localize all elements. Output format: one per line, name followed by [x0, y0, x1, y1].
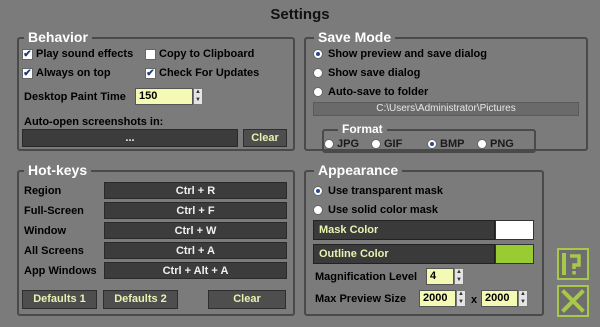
spin-up-icon[interactable]: ▲: [455, 269, 463, 277]
spin-up-icon[interactable]: ▲: [457, 291, 465, 299]
format-bmp-radio[interactable]: [427, 139, 437, 149]
hotkeys-defaults1-button[interactable]: Defaults 1: [22, 290, 97, 309]
format-gif-label: GIF: [384, 138, 403, 150]
auto-save-folder-path[interactable]: C:\Users\Administrator\Pictures: [313, 102, 579, 116]
check-updates-label: Check For Updates: [159, 67, 260, 79]
format-png-label: PNG: [490, 138, 514, 150]
magnification-input[interactable]: 4: [426, 268, 454, 285]
copy-clipboard-label: Copy to Clipboard: [159, 48, 255, 60]
hotkey-appwindows-label: App Windows: [24, 265, 97, 277]
hotkeys-defaults2-button[interactable]: Defaults 2: [103, 290, 178, 309]
save-option-auto-radio[interactable]: [313, 87, 323, 97]
appearance-solid-radio[interactable]: [313, 205, 323, 215]
spin-down-icon[interactable]: ▼: [519, 299, 527, 307]
window-title: Settings: [270, 6, 330, 23]
magnification-label: Magnification Level: [315, 271, 418, 283]
mask-color-swatch[interactable]: [495, 220, 534, 240]
hotkey-region-field[interactable]: Ctrl + R: [104, 182, 287, 199]
appearance-solid-label: Use solid color mask: [328, 204, 439, 216]
hotkey-allscreens-label: All Screens: [24, 245, 84, 257]
max-preview-height-input[interactable]: 2000: [481, 290, 518, 307]
save-option-dialog-label: Show save dialog: [328, 67, 421, 79]
format-legend: Format: [338, 121, 387, 137]
close-icon: [561, 289, 585, 313]
play-sound-label: Play sound effects: [36, 48, 134, 60]
magnification-spinner[interactable]: ▲ ▼: [454, 268, 464, 285]
always-on-top-checkbox[interactable]: ✔: [22, 68, 33, 79]
hotkey-appwindows-field[interactable]: Ctrl + Alt + A: [104, 262, 287, 279]
behavior-legend: Behavior: [24, 29, 92, 45]
paint-time-label: Desktop Paint Time: [24, 91, 126, 103]
copy-clipboard-checkbox[interactable]: [145, 49, 156, 60]
auto-open-label: Auto-open screenshots in:: [24, 116, 164, 128]
play-sound-checkbox[interactable]: ✔: [22, 49, 33, 60]
mask-color-button[interactable]: Mask Color: [313, 220, 495, 240]
hotkey-fullscreen-field[interactable]: Ctrl + F: [104, 202, 287, 219]
spin-down-icon[interactable]: ▼: [455, 277, 463, 285]
max-preview-width-spinner[interactable]: ▲ ▼: [456, 290, 466, 307]
format-gif-radio[interactable]: [371, 139, 381, 149]
max-preview-height-spinner[interactable]: ▲ ▼: [518, 290, 528, 307]
appearance-transparent-label: Use transparent mask: [328, 185, 443, 197]
auto-open-browse-field[interactable]: ...: [22, 129, 238, 147]
hotkey-window-field[interactable]: Ctrl + W: [104, 222, 287, 239]
help-icon: [562, 253, 581, 275]
spin-down-icon[interactable]: ▼: [457, 299, 465, 307]
auto-open-clear-button[interactable]: Clear: [243, 129, 287, 147]
spin-down-icon[interactable]: ▼: [194, 97, 202, 105]
save-option-preview-radio[interactable]: [313, 49, 323, 59]
close-button[interactable]: [557, 285, 589, 317]
save-mode-legend: Save Mode: [314, 29, 396, 45]
hotkeys-legend: Hot-keys: [24, 162, 92, 178]
paint-time-spinner[interactable]: ▲ ▼: [193, 88, 203, 105]
max-preview-width-input[interactable]: 2000: [419, 290, 456, 307]
appearance-legend: Appearance: [314, 162, 403, 178]
save-option-preview-label: Show preview and save dialog: [328, 48, 487, 60]
paint-time-input[interactable]: 150: [135, 88, 193, 105]
always-on-top-label: Always on top: [36, 67, 111, 79]
format-jpg-radio[interactable]: [324, 139, 334, 149]
appearance-transparent-radio[interactable]: [313, 186, 323, 196]
max-preview-x-label: x: [471, 294, 478, 306]
format-jpg-label: JPG: [337, 138, 360, 150]
outline-color-swatch[interactable]: [495, 244, 534, 264]
hotkey-fullscreen-label: Full-Screen: [24, 205, 84, 217]
max-preview-label: Max Preview Size: [315, 293, 407, 305]
hotkey-allscreens-field[interactable]: Ctrl + A: [104, 242, 287, 259]
hotkey-window-label: Window: [24, 225, 67, 237]
format-bmp-label: BMP: [440, 138, 465, 150]
help-button[interactable]: [557, 248, 589, 280]
spin-up-icon[interactable]: ▲: [519, 291, 527, 299]
save-option-auto-label: Auto-save to folder: [328, 86, 429, 98]
spin-up-icon[interactable]: ▲: [194, 89, 202, 97]
outline-color-button[interactable]: Outline Color: [313, 244, 495, 264]
check-updates-checkbox[interactable]: ✔: [145, 68, 156, 79]
hotkey-region-label: Region: [24, 185, 62, 197]
format-png-radio[interactable]: [477, 139, 487, 149]
save-option-dialog-radio[interactable]: [313, 68, 323, 78]
hotkeys-clear-button[interactable]: Clear: [208, 290, 286, 309]
